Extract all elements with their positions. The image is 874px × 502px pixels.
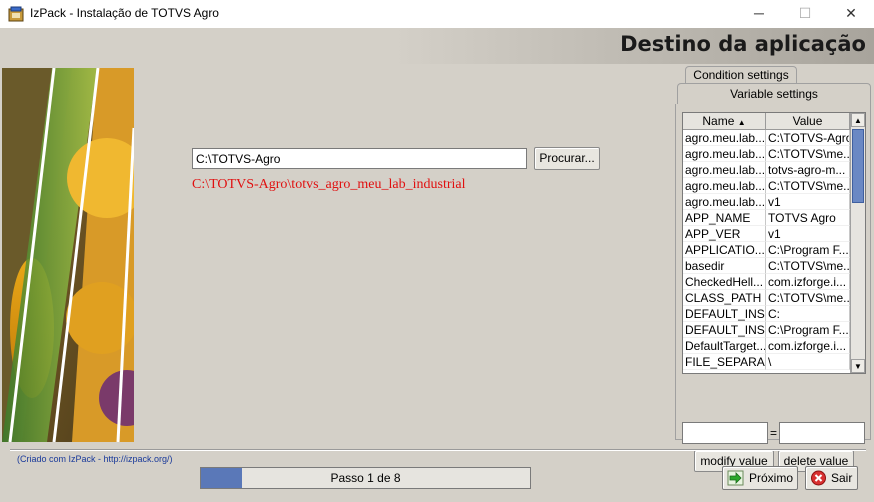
table-row[interactable]: agro.meu.lab... C:\TOTVS\me... xyxy=(683,146,865,162)
next-label: Próximo xyxy=(749,471,794,485)
debug-panel: Condition settings Variable settings Nam… xyxy=(675,66,871,472)
table-row[interactable]: APP_VER v1 xyxy=(683,226,865,242)
variable-value-cell[interactable]: TOTVS Agro xyxy=(766,210,850,226)
window-titlebar: IzPack - Instalação de TOTVS Agro ─ ☐ ✕ xyxy=(0,0,874,28)
variable-value-cell[interactable]: v1 xyxy=(766,226,850,242)
close-circle-icon xyxy=(811,470,826,486)
variable-value-cell[interactable]: C:\TOTVS\me... xyxy=(766,290,850,306)
column-header-value[interactable]: Value xyxy=(766,113,850,129)
variable-name-cell[interactable]: agro.meu.lab... xyxy=(683,178,766,194)
next-button[interactable]: Próximo xyxy=(722,466,798,490)
variable-value-cell[interactable]: C:\TOTVS-Agro xyxy=(766,130,850,146)
variable-name-cell[interactable]: APP_VER xyxy=(683,226,766,242)
variable-name-cell[interactable]: APP_NAME xyxy=(683,210,766,226)
table-row[interactable]: agro.meu.lab... C:\TOTVS-Agro xyxy=(683,130,865,146)
table-row[interactable]: DEFAULT_INS... C:\Program F... xyxy=(683,322,865,338)
variables-table: Name ▲ Value agro.meu.lab... C:\TOTVS-Agr… xyxy=(682,112,866,374)
exit-button[interactable]: Sair xyxy=(805,466,858,490)
variable-name-cell[interactable]: FILE_SEPARA... xyxy=(683,354,766,370)
variable-name-cell[interactable]: CheckedHell... xyxy=(683,274,766,290)
exit-label: Sair xyxy=(831,471,853,485)
variable-value-cell[interactable]: v1 xyxy=(766,194,850,210)
variable-name-cell[interactable]: APPLICATIO... xyxy=(683,242,766,258)
variable-name-cell[interactable]: agro.meu.lab... xyxy=(683,194,766,210)
table-row[interactable]: APPLICATIO... C:\Program F... xyxy=(683,242,865,258)
variable-value-cell[interactable]: totvs-agro-m... xyxy=(766,162,850,178)
variable-name-cell[interactable]: agro.meu.lab... xyxy=(683,162,766,178)
table-row[interactable]: agro.meu.lab... totvs-agro-m... xyxy=(683,162,865,178)
install-path-input[interactable] xyxy=(192,148,527,169)
scrollbar-thumb[interactable] xyxy=(852,129,864,203)
close-button[interactable]: ✕ xyxy=(828,0,874,28)
panel-title: Destino da aplicação xyxy=(620,32,866,56)
table-row[interactable]: CheckedHell... com.izforge.i... xyxy=(683,274,865,290)
izpack-credit: (Criado com IzPack - http://izpack.org/) xyxy=(17,454,173,464)
progress-label: Passo 1 de 8 xyxy=(330,471,401,485)
table-header: Name ▲ Value xyxy=(683,113,865,130)
footer-separator xyxy=(10,449,866,451)
table-body: agro.meu.lab... C:\TOTVS-Agro agro.meu.lab… xyxy=(683,130,865,370)
variable-name-cell[interactable]: agro.meu.lab... xyxy=(683,146,766,162)
variable-name-cell[interactable]: DefaultTarget... xyxy=(683,338,766,354)
variable-value-cell[interactable]: com.izforge.i... xyxy=(766,274,850,290)
table-row[interactable]: DefaultTarget... com.izforge.i... xyxy=(683,338,865,354)
minimize-button[interactable]: ─ xyxy=(736,0,782,28)
izpack-app-icon xyxy=(8,6,24,22)
table-row[interactable]: APP_NAME TOTVS Agro xyxy=(683,210,865,226)
variable-name-cell[interactable]: agro.meu.lab... xyxy=(683,130,766,146)
full-path-info: C:\TOTVS-Agro\totvs_agro_meu_lab_industr… xyxy=(192,177,466,192)
maximize-button[interactable]: ☐ xyxy=(782,0,828,28)
variable-name-cell[interactable]: DEFAULT_INS... xyxy=(683,322,766,338)
table-row[interactable]: DEFAULT_INS... C: xyxy=(683,306,865,322)
variable-value-cell[interactable]: C: xyxy=(766,306,850,322)
sort-ascending-icon: ▲ xyxy=(737,118,746,127)
tab-condition-settings[interactable]: Condition settings xyxy=(685,66,797,84)
table-row[interactable]: basedir C:\TOTVS\me... xyxy=(683,258,865,274)
step-progress-bar: Passo 1 de 8 xyxy=(200,467,531,489)
variable-name-cell[interactable]: CLASS_PATH xyxy=(683,290,766,306)
table-vertical-scrollbar[interactable]: ▲ ▼ xyxy=(850,113,865,373)
scroll-up-icon[interactable]: ▲ xyxy=(851,113,865,127)
variable-value-field[interactable] xyxy=(779,422,865,444)
arrow-right-icon xyxy=(727,470,744,486)
table-row[interactable]: CLASS_PATH C:\TOTVS\me... xyxy=(683,290,865,306)
side-banner-image xyxy=(2,68,134,442)
variable-value-cell[interactable]: C:\Program F... xyxy=(766,322,850,338)
variable-value-cell[interactable]: com.izforge.i... xyxy=(766,338,850,354)
variable-value-cell[interactable]: C:\TOTVS\me... xyxy=(766,258,850,274)
panel-heading-bar: Destino da aplicação xyxy=(0,28,874,64)
window-title: IzPack - Instalação de TOTVS Agro xyxy=(30,6,219,20)
column-header-name[interactable]: Name ▲ xyxy=(683,113,766,129)
variable-name-cell[interactable]: basedir xyxy=(683,258,766,274)
tab-variable-settings[interactable]: Variable settings xyxy=(677,83,871,104)
variable-value-cell[interactable]: C:\TOTVS\me... xyxy=(766,146,850,162)
variable-name-cell[interactable]: DEFAULT_INS... xyxy=(683,306,766,322)
scroll-down-icon[interactable]: ▼ xyxy=(851,359,865,373)
browse-button[interactable]: Procurar... xyxy=(534,147,600,170)
table-row[interactable]: agro.meu.lab... v1 xyxy=(683,194,865,210)
equals-sign: = xyxy=(770,426,778,440)
variable-value-cell[interactable]: C:\TOTVS\me... xyxy=(766,178,850,194)
table-row[interactable]: agro.meu.lab... C:\TOTVS\me... xyxy=(683,178,865,194)
variable-value-cell[interactable]: C:\Program F... xyxy=(766,242,850,258)
variable-settings-panel: Name ▲ Value agro.meu.lab... C:\TOTVS-Agr… xyxy=(675,104,871,472)
table-row[interactable]: FILE_SEPARA... \ xyxy=(683,354,865,370)
variable-name-field[interactable] xyxy=(682,422,768,444)
variable-value-cell[interactable]: \ xyxy=(766,354,850,370)
